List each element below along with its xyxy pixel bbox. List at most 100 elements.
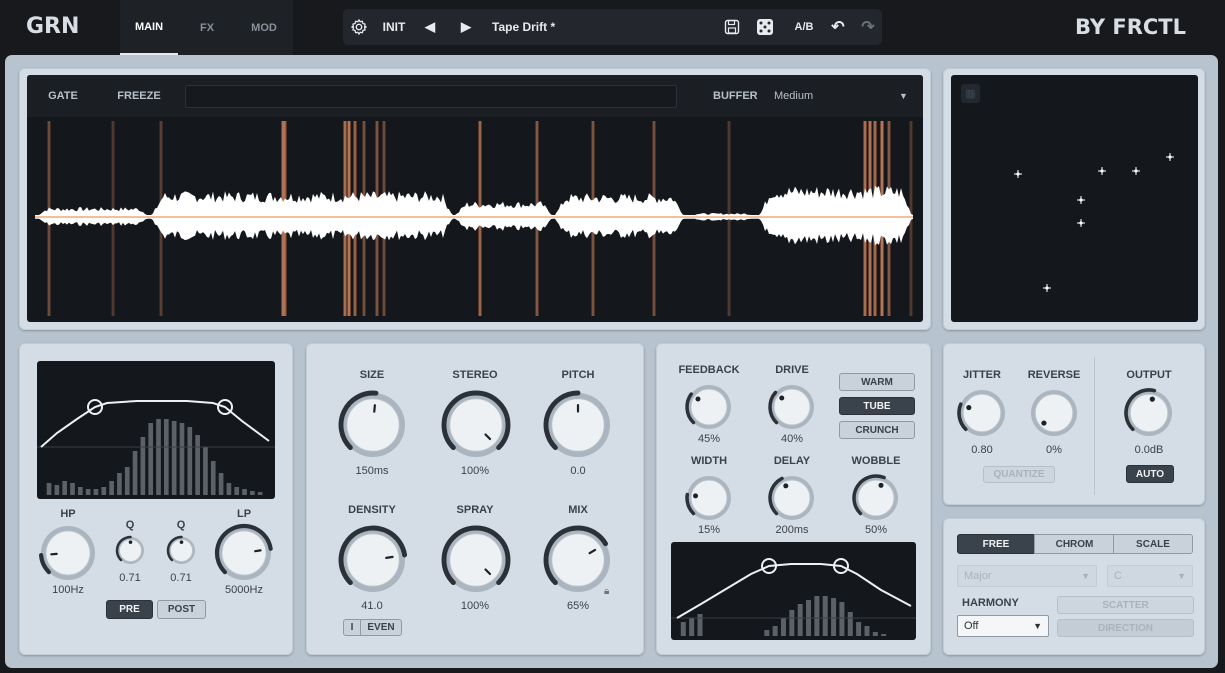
pitch-value: 0.0 (570, 465, 586, 477)
preset-bar: INIT ◀ ▶ Tape Drift * A/B ↶ ↷ (343, 9, 882, 45)
tube-button[interactable]: TUBE (839, 397, 915, 415)
settings-gear-icon[interactable] (347, 9, 371, 45)
auto-button[interactable]: AUTO (1126, 465, 1174, 483)
buffer-select-value[interactable]: Medium (774, 75, 813, 117)
density-label: DENSITY (348, 504, 396, 516)
divider (1094, 357, 1095, 495)
redo-icon[interactable]: ↷ (857, 9, 879, 45)
wobble-value: 50% (864, 524, 888, 536)
hp-label: HP (60, 508, 76, 520)
q1-value: 0.71 (119, 572, 141, 584)
main-area: GATE FREEZE BUFFER Medium ▼ ▦ HP Q Q LP (5, 55, 1218, 668)
hp-knob[interactable] (38, 523, 98, 583)
init-button[interactable]: INIT (379, 9, 409, 45)
app-logo: GRN (26, 14, 80, 39)
q1-knob[interactable] (114, 534, 147, 567)
scale-select[interactable]: Major ▼ (957, 565, 1097, 587)
output-label: OUTPUT (1126, 369, 1172, 381)
prev-preset-icon[interactable]: ◀ (419, 9, 441, 45)
tab-fx[interactable]: FX (178, 0, 236, 55)
key-select[interactable]: C ▼ (1107, 565, 1193, 587)
stereo-knob[interactable] (441, 390, 511, 460)
size-label: SIZE (359, 369, 385, 381)
crunch-button[interactable]: CRUNCH (839, 421, 915, 439)
density-knob[interactable] (338, 525, 408, 595)
top-bar: GRN MAIN FX MOD INIT ◀ ▶ Tape Drift * A/… (0, 0, 1225, 55)
fx-filter-display[interactable] (671, 542, 916, 640)
mix-value: 65% (566, 600, 590, 612)
pitch-label: PITCH (561, 369, 595, 381)
drive-label: DRIVE (775, 364, 809, 376)
quantize-button[interactable]: QUANTIZE (983, 466, 1055, 483)
delay-label: DELAY (773, 455, 811, 467)
wobble-knob[interactable] (851, 473, 901, 523)
waveform-display: GATE FREEZE BUFFER Medium ▼ (27, 75, 923, 322)
drive-knob[interactable] (767, 382, 817, 432)
spray-label: SPRAY (456, 504, 494, 516)
feedback-label: FEEDBACK (678, 364, 740, 376)
brand-logo: BY FRCTL (1075, 15, 1187, 39)
spray-value: 100% (460, 600, 490, 612)
ab-compare-button[interactable]: A/B (789, 9, 819, 45)
save-icon[interactable] (721, 9, 743, 45)
density-mode-even-button[interactable]: EVEN (360, 619, 402, 636)
harmony-chevron-down-icon: ▼ (1033, 621, 1042, 631)
modulation-panel: JITTER REVERSE OUTPUT 0.80 0% 0.0dB QUAN… (943, 343, 1205, 505)
waveform-panel: GATE FREEZE BUFFER Medium ▼ (19, 68, 931, 330)
jitter-knob[interactable] (956, 387, 1008, 439)
buffer-label: BUFFER (713, 90, 758, 102)
harmony-select[interactable]: Off ▼ (957, 615, 1049, 637)
buffer-dropdown-chevron-icon[interactable]: ▼ (899, 75, 908, 117)
pitch-mode-panel: FREE CHROM SCALE Major ▼ C ▼ HARMONY Off ▼ … (943, 518, 1205, 655)
gate-button[interactable]: GATE (43, 75, 83, 117)
output-value: 0.0dB (1134, 444, 1164, 456)
next-preset-icon[interactable]: ▶ (455, 9, 477, 45)
fx-panel: FEEDBACK DRIVE 45% 40% WARM TUBE CRUNCH … (656, 343, 931, 655)
direction-button[interactable]: DIRECTION (1057, 619, 1194, 637)
output-knob[interactable] (1123, 387, 1175, 439)
harmony-select-value: Off (964, 620, 979, 632)
freeze-button[interactable]: FREEZE (111, 75, 167, 117)
mix-knob[interactable] (543, 525, 613, 595)
grain-panel: SIZE STEREO PITCH 150ms 100% 0.0 DENSITY… (306, 343, 644, 655)
reverse-knob[interactable] (1028, 387, 1080, 439)
post-button[interactable]: POST (157, 600, 206, 619)
mix-label: MIX (568, 504, 588, 516)
tab-mod[interactable]: MOD (235, 0, 293, 55)
mix-lock-icon[interactable]: 🔒︎ (604, 586, 609, 597)
delay-knob[interactable] (767, 473, 817, 523)
preset-name[interactable]: Tape Drift * (492, 9, 555, 45)
scatter-button[interactable]: SCATTER (1057, 596, 1194, 614)
tab-main[interactable]: MAIN (120, 0, 178, 55)
lp-knob[interactable] (214, 523, 274, 583)
chrom-mode-button[interactable]: CHROM (1034, 534, 1114, 554)
density-mode-i-button[interactable]: I (343, 619, 361, 636)
q2-knob[interactable] (165, 534, 198, 567)
scale-mode-button[interactable]: SCALE (1113, 534, 1193, 554)
feedback-knob[interactable] (684, 382, 734, 432)
scale-select-value: Major (964, 570, 992, 582)
size-knob[interactable] (338, 390, 408, 460)
waveform-canvas[interactable] (27, 117, 923, 322)
stereo-label: STEREO (452, 369, 498, 381)
warm-button[interactable]: WARM (839, 373, 915, 391)
xy-pad[interactable]: ▦ (951, 75, 1198, 322)
spray-knob[interactable] (441, 525, 511, 595)
undo-icon[interactable]: ↶ (827, 9, 849, 45)
pre-button[interactable]: PRE (106, 600, 153, 619)
delay-value: 200ms (775, 524, 809, 536)
freeze-progress-bar[interactable] (185, 85, 677, 108)
scale-chevron-down-icon: ▼ (1081, 571, 1090, 581)
stereo-value: 100% (460, 465, 490, 477)
free-mode-button[interactable]: FREE (957, 534, 1035, 554)
randomize-dice-icon[interactable] (753, 9, 777, 45)
reverse-label: REVERSE (1027, 369, 1081, 381)
width-value: 15% (697, 524, 721, 536)
jitter-value: 0.80 (971, 444, 993, 456)
filter-panel: HP Q Q LP 100Hz 0.71 0.71 5000Hz PRE POS… (19, 343, 293, 655)
filter-display[interactable] (37, 361, 275, 499)
xy-grain-points (1014, 153, 1174, 292)
pitch-knob[interactable] (543, 390, 613, 460)
filter-curve (37, 399, 275, 495)
width-knob[interactable] (684, 473, 734, 523)
